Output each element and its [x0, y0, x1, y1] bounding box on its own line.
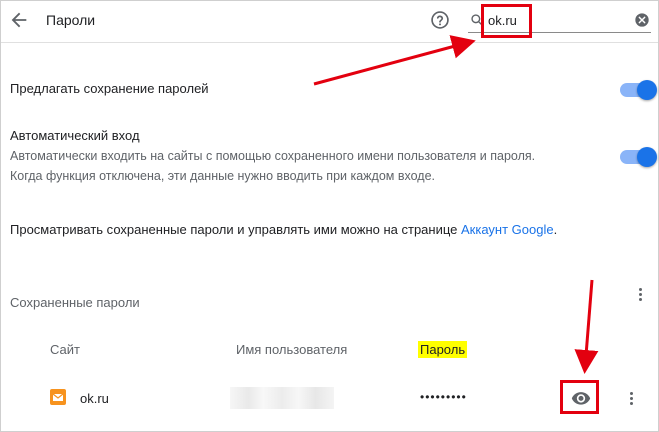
offer-save-label: Предлагать сохранение паролей [10, 81, 209, 96]
toggle-knob [637, 80, 657, 100]
auto-signin-desc-1: Автоматически входить на сайты с помощью… [10, 149, 536, 163]
google-account-link[interactable]: Аккаунт Google [461, 222, 554, 237]
search-highlight-box [481, 4, 532, 38]
eye-highlight-box [560, 380, 599, 414]
column-header-site: Сайт [50, 342, 80, 357]
auto-signin-label: Автоматический вход [10, 128, 140, 143]
row-site-name[interactable]: ok.ru [80, 391, 109, 406]
saved-passwords-more-icon[interactable] [630, 284, 650, 304]
password-header-highlight: Пароль [418, 341, 468, 358]
help-icon[interactable] [430, 10, 450, 30]
header-divider [1, 42, 658, 43]
row-password-masked: ••••••••• [420, 390, 467, 404]
auto-signin-toggle[interactable] [620, 147, 657, 167]
mail-envelope-icon [50, 389, 66, 405]
clear-search-icon[interactable] [634, 12, 650, 28]
column-header-username: Имя пользователя [236, 342, 348, 357]
column-header-password: Пароль [418, 341, 468, 358]
row-more-icon[interactable] [621, 388, 641, 408]
page-title: Пароли [46, 12, 96, 28]
auto-signin-desc-2: Когда функция отключена, эти данные нужн… [10, 169, 435, 183]
offer-save-toggle[interactable] [620, 80, 657, 100]
row-username-blurred [230, 387, 334, 409]
manage-passwords-text: Просматривать сохраненные пароли и управ… [10, 222, 557, 237]
manage-suffix: . [553, 222, 558, 237]
back-arrow-icon[interactable] [8, 9, 30, 31]
window-frame [0, 0, 659, 432]
manage-prefix: Просматривать сохраненные пароли и управ… [10, 222, 461, 237]
toggle-knob [637, 147, 657, 167]
saved-passwords-title: Сохраненные пароли [10, 295, 140, 310]
